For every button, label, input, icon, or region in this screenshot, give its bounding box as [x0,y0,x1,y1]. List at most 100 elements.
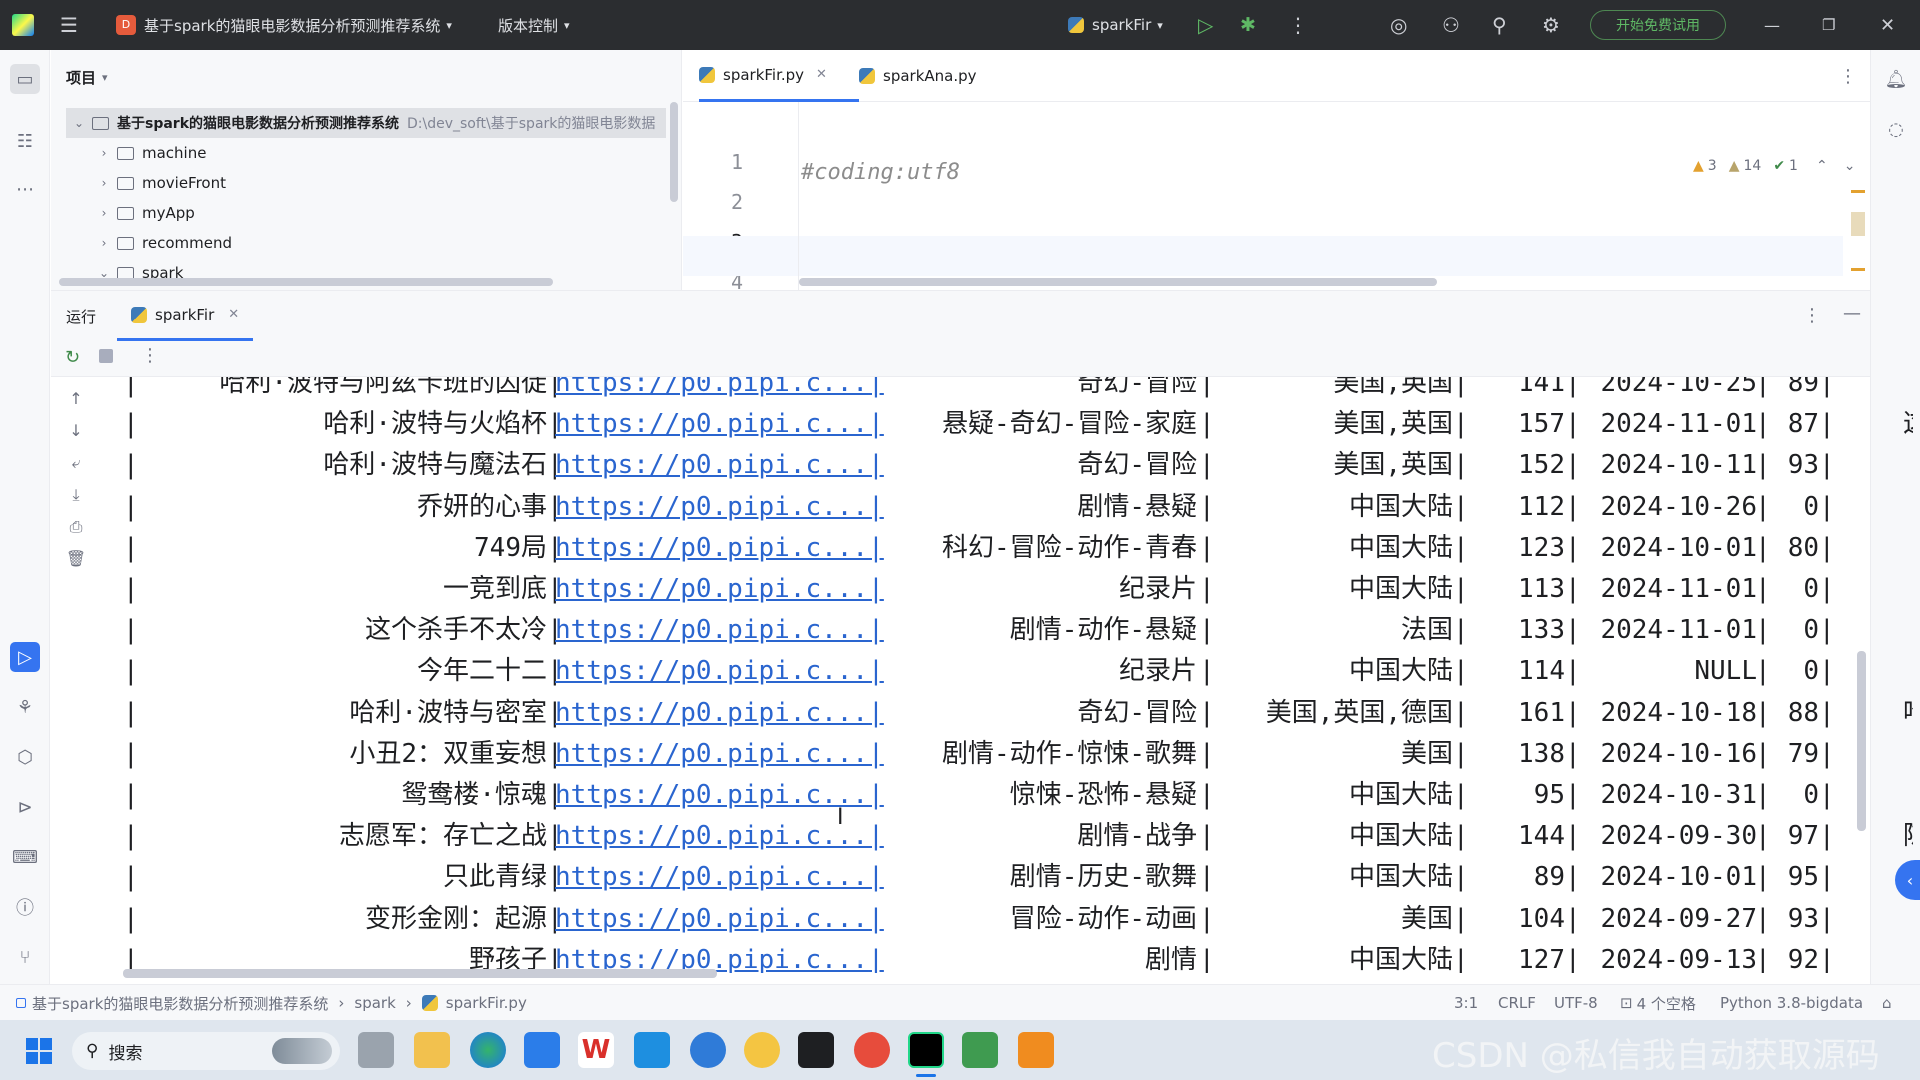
feishu-icon[interactable] [634,1032,670,1068]
vertical-scrollbar[interactable] [670,102,678,202]
inspection-widget[interactable]: ▲ 3 ▲ 14 ✔ 1 ⌃ ⌄ [1693,158,1855,174]
ai-chat-icon[interactable]: ◌ [1881,114,1911,144]
settings-gear-icon[interactable]: ⚙ [1542,0,1560,50]
edge-browser-icon[interactable] [470,1032,506,1068]
horizontal-scrollbar[interactable] [59,278,553,286]
main-menu-icon[interactable]: ☰ [60,0,78,50]
python-console-icon[interactable]: ⚘ [10,692,40,722]
breadcrumb-file[interactable]: sparkFir.py [446,994,527,1012]
cell-url[interactable]: https://p0.pipi.c...| [555,404,884,445]
problems-icon[interactable]: ⓘ [10,892,40,922]
tree-item-moviefront[interactable]: › movieFront [91,168,226,198]
print-icon[interactable]: ⎙ [65,517,87,539]
trash-icon[interactable]: 🗑︎ [65,549,87,571]
arrow-up-icon[interactable]: ↑ [65,389,87,411]
tree-item-machine[interactable]: › machine [91,138,207,168]
windows-start-icon[interactable] [26,1038,52,1064]
tree-item-recommend[interactable]: › recommend [91,228,232,258]
terminal-app-icon[interactable] [798,1032,834,1068]
notepad-icon[interactable] [962,1032,998,1068]
console-vertical-scrollbar[interactable] [1857,651,1866,831]
project-panel-header[interactable]: 项目 ▾ [66,62,108,92]
more-actions-icon[interactable]: ⋮ [1288,0,1308,50]
git-icon[interactable]: ⑂ [10,942,40,972]
hide-panel-icon[interactable]: — [1843,303,1861,324]
chevron-up-icon[interactable]: ⌃ [1816,158,1828,174]
project-folder-icon[interactable]: ▭ [10,64,40,94]
wps-icon[interactable]: W [578,1032,614,1068]
notifications-bell-icon[interactable]: 🔔︎ [1881,64,1911,94]
structure-icon[interactable]: ☷ [10,126,40,156]
python-interpreter[interactable]: Python 3.8-bigdata [1720,985,1863,1021]
restore-icon[interactable]: ❐ [1822,0,1835,50]
todesk-icon[interactable] [690,1032,726,1068]
cell-url[interactable]: https://p0.pipi.c...| [555,857,884,898]
terminal-icon[interactable]: ⌨ [10,842,40,872]
pycharm-icon[interactable] [908,1032,944,1068]
breadcrumb-folder[interactable]: spark [354,994,395,1012]
cell-url[interactable]: https://p0.pipi.c...| [555,528,884,569]
more-tools-icon[interactable]: ⋯ [10,174,40,204]
run-icon[interactable]: ▷ [1198,0,1213,50]
cursor-position[interactable]: 3:1 [1454,985,1478,1021]
readonly-lock-icon[interactable]: ⌂ [1882,985,1892,1021]
navicat-icon[interactable] [854,1032,890,1068]
cell-url[interactable]: https://p0.pipi.c...| [555,377,884,404]
cell-url[interactable]: https://p0.pipi.c...| [555,569,884,610]
taskbar-search[interactable]: ⚲ 搜索 [72,1032,340,1070]
run-options-icon[interactable]: ⋮ [1803,305,1821,326]
vcs-menu[interactable]: 版本控制 ▾ [498,0,570,50]
error-stripe[interactable] [1851,142,1865,272]
file-encoding[interactable]: UTF-8 [1554,985,1598,1021]
more-icon[interactable]: ⋮ [141,345,159,366]
tabs-more-icon[interactable]: ⋮ [1839,50,1857,102]
code-line-1[interactable]: #coding:utf8 [801,160,960,185]
services-icon[interactable]: ⊳ [10,792,40,822]
close-icon[interactable]: ✕ [1880,0,1895,50]
free-trial-button[interactable]: 开始免费试用 [1590,10,1726,40]
breadcrumb-project[interactable]: 基于spark的猫眼电影数据分析预测推荐系统 [32,993,328,1014]
python-packages-icon[interactable]: ⬡ [10,742,40,772]
arrow-down-icon[interactable]: ↓ [65,421,87,443]
cell-url[interactable]: https://p0.pipi.c...| [555,693,884,734]
console-horizontal-scrollbar[interactable] [123,969,717,978]
chevron-right-icon: › [101,206,107,220]
cell-url[interactable]: https://p0.pipi.c...| [555,651,884,692]
cell-url[interactable]: https://p0.pipi.c...| [555,487,884,528]
tab-sparkana[interactable]: sparkAna.py [859,50,977,102]
scroll-to-end-icon[interactable]: ⤓ [65,485,87,507]
cell-url[interactable]: https://p0.pipi.c...| [555,775,884,816]
cell-url[interactable]: https://p0.pipi.c...| [555,734,884,775]
tab-sparkfir[interactable]: sparkFir.py ✕ [699,50,859,102]
cell-url[interactable]: https://p0.pipi.c...| [555,899,884,940]
run-config-selector[interactable]: sparkFir ▾ [1068,0,1163,50]
tab-run-sparkfir[interactable]: sparkFir ✕ [117,291,254,341]
console-output[interactable]: | 哈利·波特与阿兹卡班的囚徒 | https://p0.pipi.c...| 奇幻-冒… [123,377,1913,973]
cell-url[interactable]: https://p0.pipi.c...| [555,445,884,486]
stop-icon[interactable] [99,349,113,363]
minimize-icon[interactable]: — [1764,0,1780,50]
rerun-icon[interactable]: ↻ [65,347,80,368]
cell-url[interactable]: https://p0.pipi.c...| [555,816,884,857]
close-tab-icon[interactable]: ✕ [816,67,827,82]
ms-store-icon[interactable] [524,1032,560,1068]
search-icon[interactable]: ⚲ [1492,0,1507,50]
project-switcher[interactable]: D 基于spark的猫眼电影数据分析预测推荐系统 ▾ [116,0,452,50]
app-logo-icon[interactable] [12,0,34,50]
indent-setting[interactable]: ⊡ 4 个空格 [1620,985,1696,1021]
close-tab-icon[interactable]: ✕ [228,307,239,322]
add-user-icon[interactable]: ⚇ [1442,0,1460,50]
editor-horizontal-scrollbar[interactable] [799,278,1437,286]
run-tool-icon[interactable]: ▷ [10,642,40,672]
ai-assistant-icon[interactable]: ◎ [1390,0,1407,50]
qq-icon[interactable] [744,1032,780,1068]
cell-url[interactable]: https://p0.pipi.c...| [555,610,884,651]
tree-item-myapp[interactable]: › myApp [91,198,195,228]
line-separator[interactable]: CRLF [1498,985,1536,1021]
task-view-icon[interactable] [358,1032,394,1068]
file-explorer-icon[interactable] [414,1032,450,1068]
tree-root[interactable]: ⌄ 基于spark的猫眼电影数据分析预测推荐系统 D:\dev_soft\基于s… [66,108,666,138]
snipaste-icon[interactable] [1018,1032,1054,1068]
debug-icon[interactable]: ✱ [1240,0,1256,50]
soft-wrap-icon[interactable]: ⤶ [65,453,87,475]
